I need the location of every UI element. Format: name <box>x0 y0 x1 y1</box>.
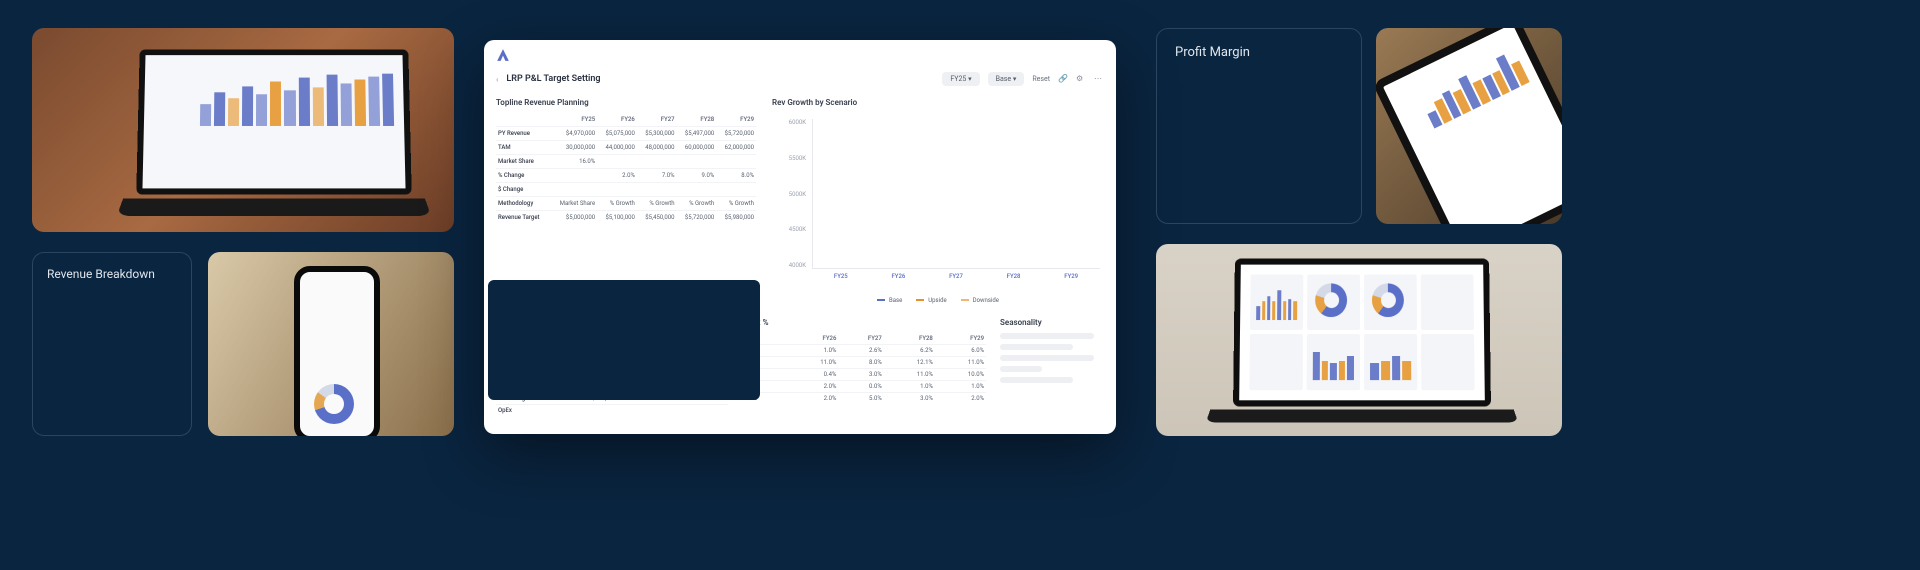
skeleton-line <box>1000 366 1042 372</box>
legend-upside: Upside <box>916 297 946 304</box>
rev-growth-section: Rev Growth by Scenario 6000K5500K5000K45… <box>772 98 1104 304</box>
opex-pct-table: FY25FY26FY27FY28FY29 2.6%1.0%2.6%6.2%6.0… <box>742 333 986 404</box>
table-row: $ Change <box>496 183 756 197</box>
hero-laptop-photo <box>32 28 454 232</box>
opex-pct-title: OpEx % <box>742 318 986 327</box>
skeleton-line <box>1000 344 1073 350</box>
dashboard-grid <box>1249 274 1474 390</box>
table-row: % Change2.0%7.0%9.0%8.0% <box>496 169 756 183</box>
table-row: Revenue Target$5,000,000$5,100,000$5,450… <box>496 211 756 225</box>
table-row: PY Revenue$4,970,000$5,075,000$5,300,000… <box>496 127 756 141</box>
hero-phone-photo <box>208 252 454 436</box>
settings-icon[interactable]: ⚙ <box>1076 74 1086 84</box>
table-row: MethodologyMarket Share% Growth% Growth%… <box>496 197 756 211</box>
rev-growth-title: Rev Growth by Scenario <box>772 98 1104 107</box>
revenue-breakdown-card: Revenue Breakdown <box>32 252 192 436</box>
laptop-base-2 <box>1206 410 1519 423</box>
mini-bar-chart <box>200 71 394 126</box>
table-row: TAM30,000,00044,000,00048,000,00060,000,… <box>496 141 756 155</box>
chart-y-axis: 6000K5500K5000K4500K4000K <box>772 119 806 269</box>
phone-donut-chart <box>314 384 354 424</box>
rev-growth-chart: 6000K5500K5000K4500K4000K FY25FY26FY27FY… <box>772 113 1104 293</box>
chart-x-axis: FY25FY26FY27FY28FY29 <box>812 273 1100 287</box>
fy-selector[interactable]: FY25 ▾ <box>942 72 979 86</box>
legend-downside: Downside <box>961 297 999 304</box>
phone-device <box>294 266 380 436</box>
more-icon[interactable]: ⋯ <box>1094 74 1104 84</box>
laptop-base <box>117 199 431 216</box>
back-icon[interactable]: ‹ <box>496 75 498 84</box>
skeleton-line <box>1000 333 1094 339</box>
topline-table: FY25FY26FY27FY28FY29 PY Revenue$4,970,00… <box>496 113 756 224</box>
hero-tablet-photo <box>1376 28 1562 224</box>
brand-logo-icon <box>496 48 510 62</box>
tablet-bar-chart <box>1417 46 1530 128</box>
chart-legend: Base Upside Downside <box>772 297 1104 304</box>
chart-plot-area <box>812 119 1100 269</box>
profit-margin-title: Profit Margin <box>1175 45 1343 60</box>
profit-margin-card: Profit Margin <box>1156 28 1362 224</box>
laptop-screen <box>136 49 412 194</box>
skeleton-line <box>1000 355 1094 361</box>
opex-pct-section: OpEx % FY25FY26FY27FY28FY29 2.6%1.0%2.6%… <box>742 318 986 416</box>
topline-title: Topline Revenue Planning <box>496 98 756 107</box>
table-row: 6.0%2.0%5.0%3.0%2.0% <box>742 393 986 405</box>
dashboard-header: ‹ LRP P&L Target Setting FY25 ▾ Base ▾ R… <box>496 72 1104 86</box>
overlay-card <box>488 280 760 400</box>
reset-button[interactable]: Reset <box>1032 75 1050 83</box>
tablet-device <box>1376 28 1562 224</box>
table-row: 5.2%0.4%3.0%11.0%10.0% <box>742 369 986 381</box>
topline-revenue-section: Topline Revenue Planning FY25FY26FY27FY2… <box>496 98 756 304</box>
table-row: 2.6%1.0%2.6%6.2%6.0% <box>742 345 986 357</box>
page-title: LRP P&L Target Setting <box>506 74 934 84</box>
revenue-breakdown-title: Revenue Breakdown <box>47 267 177 281</box>
link-icon[interactable]: 🔗 <box>1058 74 1068 84</box>
table-row: 8.5%11.0%8.0%12.1%11.0% <box>742 357 986 369</box>
scenario-selector[interactable]: Base ▾ <box>988 72 1025 86</box>
skeleton-line <box>1000 377 1073 383</box>
laptop-screen-2 <box>1233 259 1491 407</box>
legend-base: Base <box>877 297 902 304</box>
seasonality-section: Seasonality <box>1000 318 1104 416</box>
lrp-dashboard: ‹ LRP P&L Target Setting FY25 ▾ Base ▾ R… <box>484 40 1116 434</box>
seasonality-title: Seasonality <box>1000 318 1104 327</box>
table-row: OpEx <box>496 405 728 417</box>
table-row: 6.0%2.0%0.0%1.0%1.0% <box>742 381 986 393</box>
table-row: Market Share16.0% <box>496 155 756 169</box>
hero-laptop-photo-2 <box>1156 244 1562 436</box>
